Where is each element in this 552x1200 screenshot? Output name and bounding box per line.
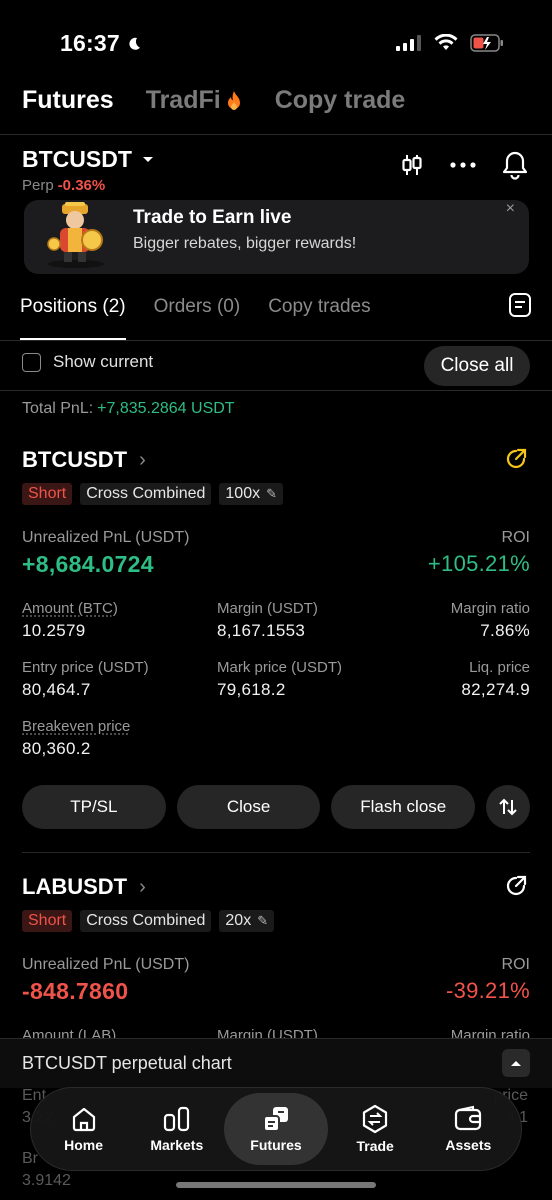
peek-breakeven-value: 3.9142	[22, 1172, 71, 1189]
promo-banner[interactable]: Trade to Earn live Bigger rebates, bigge…	[24, 200, 529, 274]
fire-icon	[227, 90, 240, 110]
entry-price-cell: Entry price (USDT) 80,464.7	[22, 659, 149, 699]
close-position-button[interactable]: Close	[176, 785, 321, 829]
close-all-button[interactable]: Close all	[424, 346, 530, 386]
signal-icon	[396, 35, 421, 51]
position-tags: Short Cross Combined 20x ✎	[22, 910, 530, 932]
position-symbol[interactable]: LABUSDT ›	[22, 874, 530, 900]
margin-ratio-cell: Margin ratio 7.86%	[450, 600, 530, 640]
roi-value: +105.21%	[427, 551, 530, 576]
battery-icon	[470, 34, 503, 52]
nav-futures[interactable]: Futures	[223, 1093, 328, 1165]
share-icon[interactable]	[504, 874, 528, 898]
header-actions	[400, 150, 528, 180]
total-pnl-value: +7,835.2864 USDT	[97, 400, 235, 417]
more-icon[interactable]	[450, 161, 476, 169]
tpsl-button[interactable]: TP/SL	[22, 785, 166, 829]
position-symbol[interactable]: BTCUSDT ›	[22, 447, 530, 473]
margin-mode-badge: Cross Combined	[80, 910, 212, 932]
pnl-labels: Unrealized PnL (USDT) ROI	[22, 956, 530, 973]
tab-tradfi[interactable]: TradFi	[146, 86, 243, 115]
chevron-right-icon: ›	[139, 875, 146, 898]
symbol-header[interactable]: BTCUSDT Perp -0.36%	[22, 146, 154, 194]
breakeven-cell: Breakeven price 80,360.2	[22, 718, 131, 758]
total-pnl: Total PnL: +7,835.2864 USDT	[22, 400, 235, 417]
bottom-nav: Home Markets Futures Trade Assets	[30, 1087, 522, 1171]
pnl-values: +8,684.0724 +105.21%	[22, 551, 530, 578]
unrealized-pnl: +8,684.0724	[22, 551, 154, 577]
position-tabs: Positions (2) Orders (0) Copy trades	[20, 296, 371, 340]
tab-futures[interactable]: Futures	[22, 86, 114, 115]
caret-down-icon	[142, 156, 153, 162]
tab-copy-trade[interactable]: Copy trade	[275, 86, 406, 115]
futures-icon	[262, 1107, 288, 1132]
position-actions: TP/SL Close Flash close	[22, 785, 531, 829]
share-icon[interactable]	[504, 447, 528, 471]
nav-trade[interactable]: Trade	[329, 1093, 421, 1165]
swap-arrows-icon	[499, 798, 517, 816]
peek-breakeven-label: Br	[22, 1150, 38, 1167]
wallet-icon	[455, 1105, 482, 1131]
position-tags: Short Cross Combined 100x ✎	[22, 483, 530, 505]
roi-value: -39.21%	[445, 978, 530, 1003]
chart-panel-bar[interactable]: BTCUSDT perpetual chart	[0, 1038, 552, 1088]
edit-icon: ✎	[257, 913, 269, 928]
flash-close-button[interactable]: Flash close	[331, 785, 476, 829]
expand-chart-button[interactable]	[502, 1049, 530, 1077]
order-history-icon[interactable]	[508, 292, 532, 318]
home-indicator	[176, 1182, 376, 1188]
status-time: 16:37	[60, 30, 142, 57]
side-badge: Short	[22, 910, 73, 932]
leverage-badge[interactable]: 100x ✎	[219, 483, 284, 505]
amount-cell: Amount (BTC) 10.2579	[22, 600, 118, 640]
status-icons	[396, 34, 504, 52]
position-card: LABUSDT › Short Cross Combined 20x ✎ Unre…	[22, 874, 530, 1044]
symbol-selector[interactable]: BTCUSDT	[22, 146, 154, 173]
home-icon	[72, 1107, 95, 1132]
side-badge: Short	[22, 483, 73, 505]
nav-home[interactable]: Home	[38, 1093, 130, 1165]
wifi-icon	[434, 34, 458, 50]
moon-icon	[129, 37, 140, 50]
chevron-right-icon: ›	[139, 448, 146, 471]
mark-price-cell: Mark price (USDT) 79,618.2	[217, 659, 343, 699]
tabs-divider	[0, 340, 552, 341]
show-current-checkbox[interactable]	[22, 352, 41, 372]
reverse-position-button[interactable]	[486, 785, 531, 829]
header-divider	[0, 134, 552, 135]
banner-title: Trade to Earn live	[133, 207, 292, 228]
liq-price-cell: Liq. price 82,274.9	[461, 659, 530, 699]
position-details: Amount (BTC) 10.2579 Margin (USDT) 8,167.1…	[22, 600, 530, 759]
position-card: BTCUSDT › Short Cross Combined 100x ✎ Unr…	[22, 447, 531, 829]
pnl-values: -848.7860 -39.21%	[22, 978, 530, 1005]
card-divider	[22, 852, 530, 853]
show-current-toggle[interactable]: Show current	[22, 352, 153, 372]
pnl-labels: Unrealized PnL (USDT) ROI	[22, 529, 530, 546]
margin-mode-badge: Cross Combined	[80, 483, 212, 505]
bell-icon[interactable]	[502, 150, 528, 180]
chart-panel-title: BTCUSDT perpetual chart	[22, 1053, 232, 1073]
markets-icon	[163, 1106, 189, 1132]
status-bar: 16:37	[0, 0, 552, 86]
nav-markets[interactable]: Markets	[131, 1093, 223, 1165]
nav-assets[interactable]: Assets	[422, 1093, 514, 1165]
tab-orders[interactable]: Orders (0)	[154, 296, 241, 340]
tab-copy-trades[interactable]: Copy trades	[268, 296, 370, 340]
top-tabs: Futures TradFi Copy trade	[22, 86, 405, 115]
symbol-meta: Perp -0.36%	[22, 177, 106, 194]
trade-icon	[363, 1104, 388, 1134]
edit-icon: ✎	[266, 486, 278, 501]
price-change: -0.36%	[57, 177, 106, 194]
unrealized-pnl: -848.7860	[22, 978, 129, 1004]
margin-cell: Margin (USDT) 8,167.1553	[217, 600, 318, 640]
candlestick-chart-icon[interactable]	[400, 153, 424, 177]
toolbar-divider	[0, 390, 552, 391]
caret-up-icon	[511, 1061, 521, 1066]
mascot-illustration	[47, 202, 104, 268]
leverage-badge[interactable]: 20x ✎	[219, 910, 275, 932]
banner-close-button[interactable]: ×	[506, 200, 515, 218]
tab-positions[interactable]: Positions (2)	[20, 296, 126, 340]
banner-subtitle: Bigger rebates, bigger rewards!	[133, 235, 357, 252]
